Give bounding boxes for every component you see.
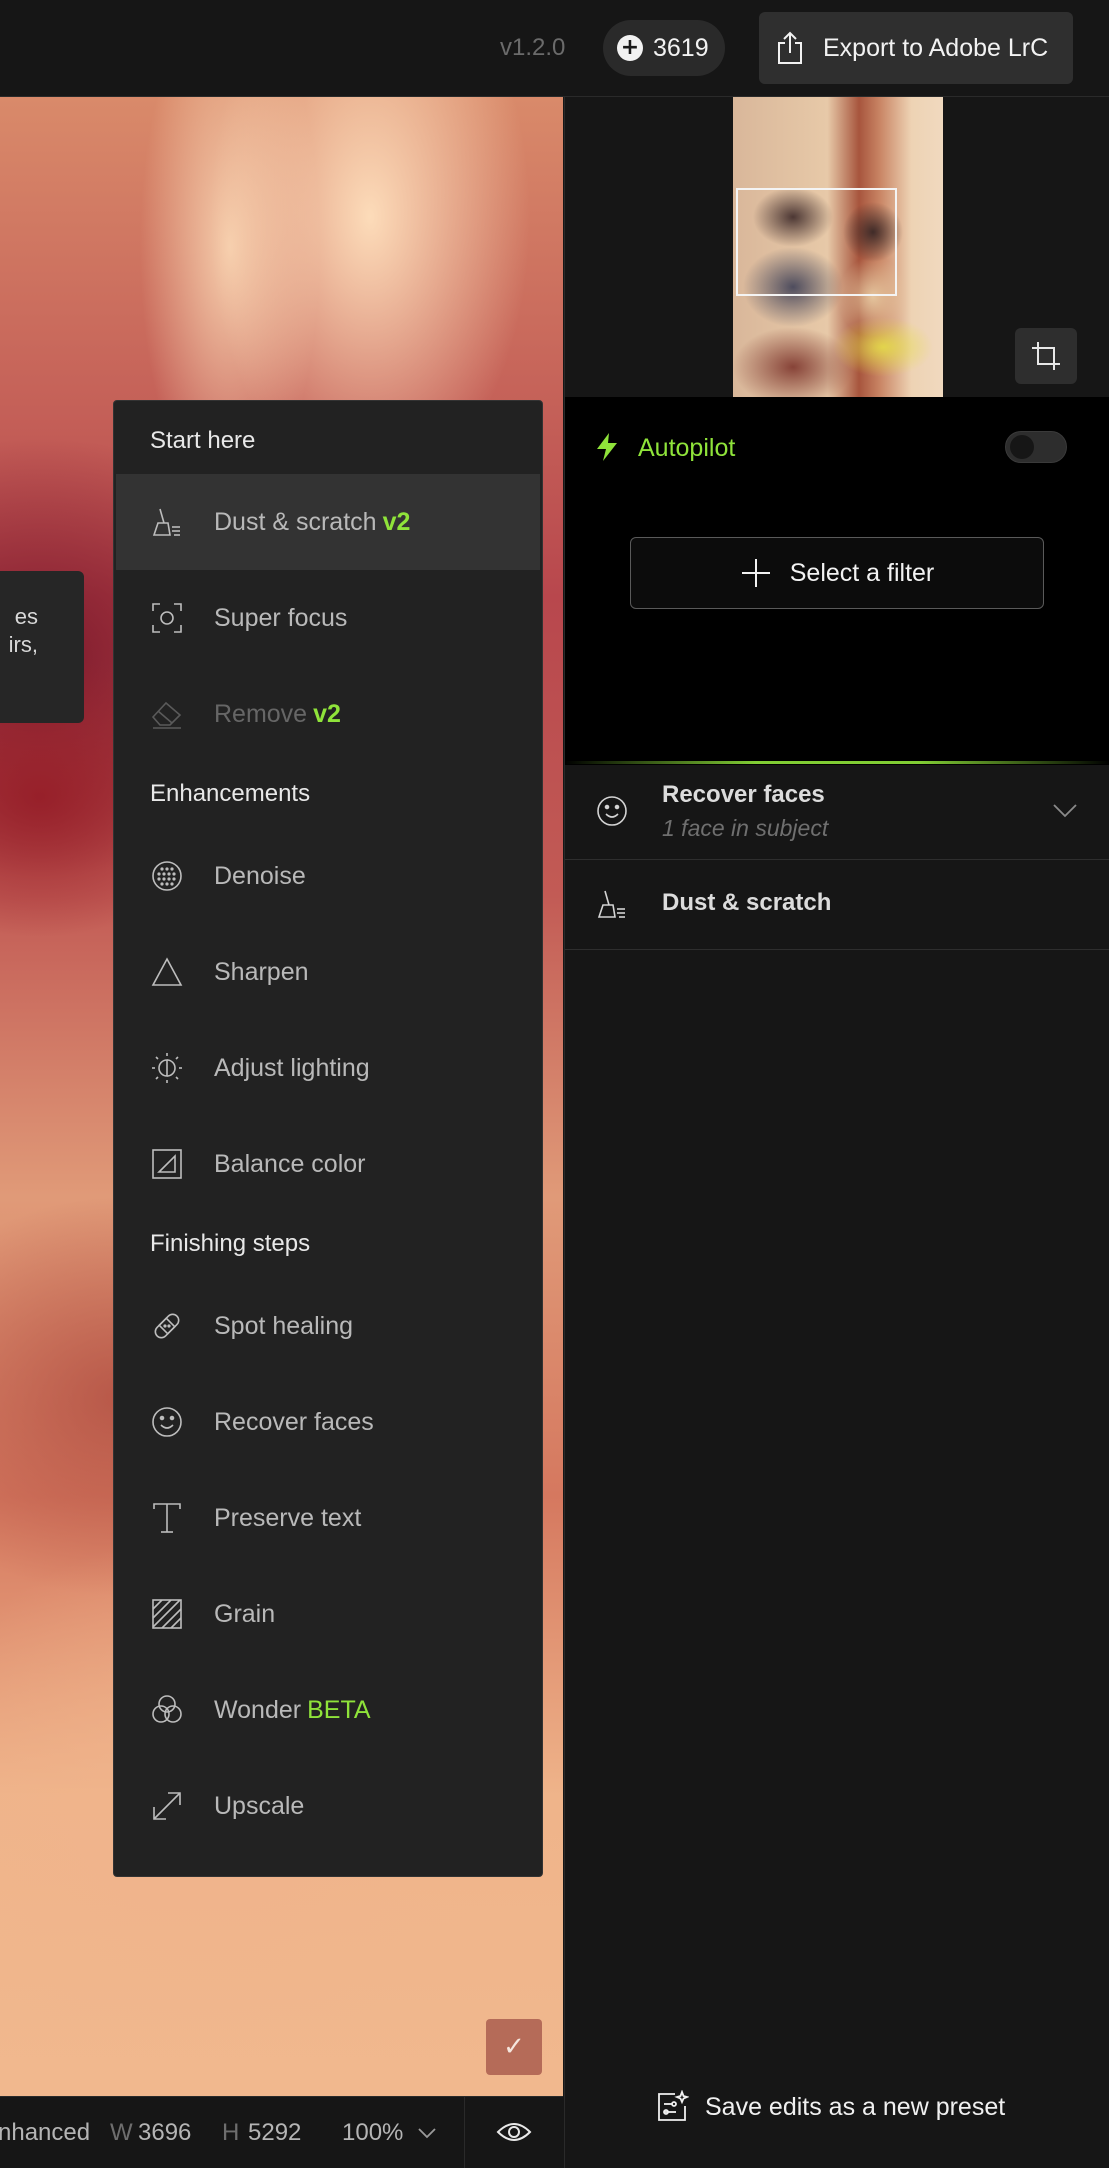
- filter-menu: Start here Dust & scratch v2 Super focus …: [113, 400, 543, 1877]
- menu-item-label: Wonder: [214, 1695, 302, 1724]
- menu-item-remove: Remove v2: [116, 666, 540, 762]
- confirm-button[interactable]: ✓: [486, 2019, 542, 2075]
- save-preset-button[interactable]: Save edits as a new preset: [655, 2090, 1005, 2124]
- top-bar: v1.2.0 + 3619 Export to Adobe LrC: [0, 0, 1109, 97]
- applied-filter-subtitle: 1 face in subject: [662, 815, 829, 841]
- width-value: 3696: [138, 2119, 192, 2146]
- progress-glow-divider: [565, 761, 1109, 764]
- plus-icon: [740, 557, 772, 589]
- menu-item-spot-healing[interactable]: Spot healing: [116, 1278, 540, 1374]
- tooltip-line: es: [14, 604, 38, 629]
- applied-filter-dust-scratch[interactable]: Dust & scratch: [565, 861, 1109, 950]
- version-label: v1.2.0: [500, 34, 566, 61]
- menu-item-label: Recover faces: [214, 1407, 374, 1436]
- broom-icon: [150, 505, 184, 539]
- triangle-icon: [150, 955, 184, 989]
- menu-item-label: Spot healing: [214, 1311, 354, 1340]
- beta-tag: BETA: [307, 1695, 371, 1724]
- eye-icon: [496, 2120, 532, 2144]
- navigator: [565, 97, 1109, 397]
- menu-item-dust-scratch[interactable]: Dust & scratch v2: [116, 474, 540, 570]
- wonder-icon: [150, 1693, 184, 1727]
- menu-item-label: Remove: [214, 699, 308, 728]
- broom-icon: [595, 887, 629, 921]
- autopilot-label: Autopilot: [638, 434, 736, 462]
- focus-icon: [150, 601, 184, 635]
- menu-item-adjust-lighting[interactable]: Adjust lighting: [116, 1020, 540, 1116]
- chevron-down-icon: [417, 2127, 437, 2139]
- export-button-label: Export to Adobe LrC: [823, 33, 1049, 62]
- menu-item-sharpen[interactable]: Sharpen: [116, 924, 540, 1020]
- compare-toggle-button[interactable]: [464, 2096, 563, 2168]
- version-tag: v2: [313, 699, 341, 728]
- menu-item-label: Dust & scratch: [214, 507, 377, 536]
- menu-item-label: Grain: [214, 1599, 276, 1628]
- menu-item-recover-faces[interactable]: Recover faces: [116, 1374, 540, 1470]
- version-tag: v2: [382, 507, 411, 536]
- credits-count: 3619: [653, 33, 709, 62]
- menu-item-label: Super focus: [214, 603, 348, 632]
- grain-icon: [150, 1597, 184, 1631]
- text-icon: [150, 1501, 184, 1535]
- export-button[interactable]: Export to Adobe LrC: [759, 12, 1073, 84]
- applied-filter-title: Dust & scratch: [662, 889, 832, 916]
- lighting-icon: [150, 1051, 184, 1085]
- section-title-enhancements: Enhancements: [150, 780, 311, 807]
- menu-item-wonder[interactable]: Wonder BETA: [116, 1662, 540, 1758]
- preset-icon: [655, 2090, 689, 2124]
- balance-color-icon: [150, 1147, 184, 1181]
- menu-item-upscale[interactable]: Upscale: [116, 1758, 540, 1854]
- save-preset-label: Save edits as a new preset: [705, 2092, 1006, 2121]
- smiley-icon: [595, 794, 629, 828]
- select-filter-label: Select a filter: [789, 558, 935, 587]
- applied-filter-recover-faces[interactable]: Recover faces 1 face in subject: [565, 765, 1109, 860]
- tooltip-line: irs,: [8, 632, 38, 657]
- menu-item-grain[interactable]: Grain: [116, 1566, 540, 1662]
- menu-item-label: Denoise: [214, 861, 306, 890]
- smiley-icon: [150, 1405, 184, 1439]
- info-tooltip: es irs,: [0, 571, 84, 723]
- lightning-icon: [595, 433, 619, 461]
- menu-item-balance-color[interactable]: Balance color: [116, 1116, 540, 1212]
- view-mode-label: nhanced: [0, 2119, 91, 2146]
- crop-button[interactable]: [1015, 328, 1077, 384]
- menu-item-label: Balance color: [214, 1149, 366, 1178]
- select-filter-button[interactable]: Select a filter: [630, 537, 1044, 609]
- edit-panel: Autopilot Select a filter Recover faces …: [564, 97, 1109, 2168]
- menu-item-preserve-text[interactable]: Preserve text: [116, 1470, 540, 1566]
- section-title-finishing-steps: Finishing steps: [150, 1230, 311, 1257]
- zoom-value: 100%: [342, 2119, 404, 2146]
- autopilot-section: Autopilot Select a filter: [565, 397, 1109, 765]
- toggle-knob: [1010, 435, 1034, 459]
- menu-item-denoise[interactable]: Denoise: [116, 828, 540, 924]
- width-label: W: [110, 2119, 133, 2146]
- height-label: H: [222, 2119, 240, 2146]
- menu-item-label: Preserve text: [214, 1503, 362, 1532]
- autopilot-toggle[interactable]: [1005, 431, 1067, 463]
- menu-item-label: Adjust lighting: [214, 1053, 370, 1082]
- menu-item-super-focus[interactable]: Super focus: [116, 570, 540, 666]
- chevron-down-icon[interactable]: [1052, 803, 1078, 819]
- zoom-select[interactable]: 100%: [342, 2111, 437, 2155]
- viewport-frame[interactable]: [736, 188, 897, 296]
- bandage-icon: [150, 1309, 184, 1343]
- section-title-start-here: Start here: [150, 427, 256, 454]
- applied-filter-title: Recover faces: [662, 781, 825, 808]
- share-icon: [775, 31, 805, 65]
- image-thumbnail[interactable]: [733, 97, 943, 397]
- crop-icon: [1031, 341, 1061, 371]
- add-credits-icon: +: [617, 35, 643, 61]
- denoise-icon: [150, 859, 184, 893]
- eraser-icon: [150, 697, 184, 731]
- menu-item-label: Upscale: [214, 1791, 305, 1820]
- height-value: 5292: [248, 2119, 302, 2146]
- menu-item-label: Sharpen: [214, 957, 309, 986]
- upscale-icon: [150, 1789, 184, 1823]
- credits-badge[interactable]: + 3619: [603, 20, 725, 76]
